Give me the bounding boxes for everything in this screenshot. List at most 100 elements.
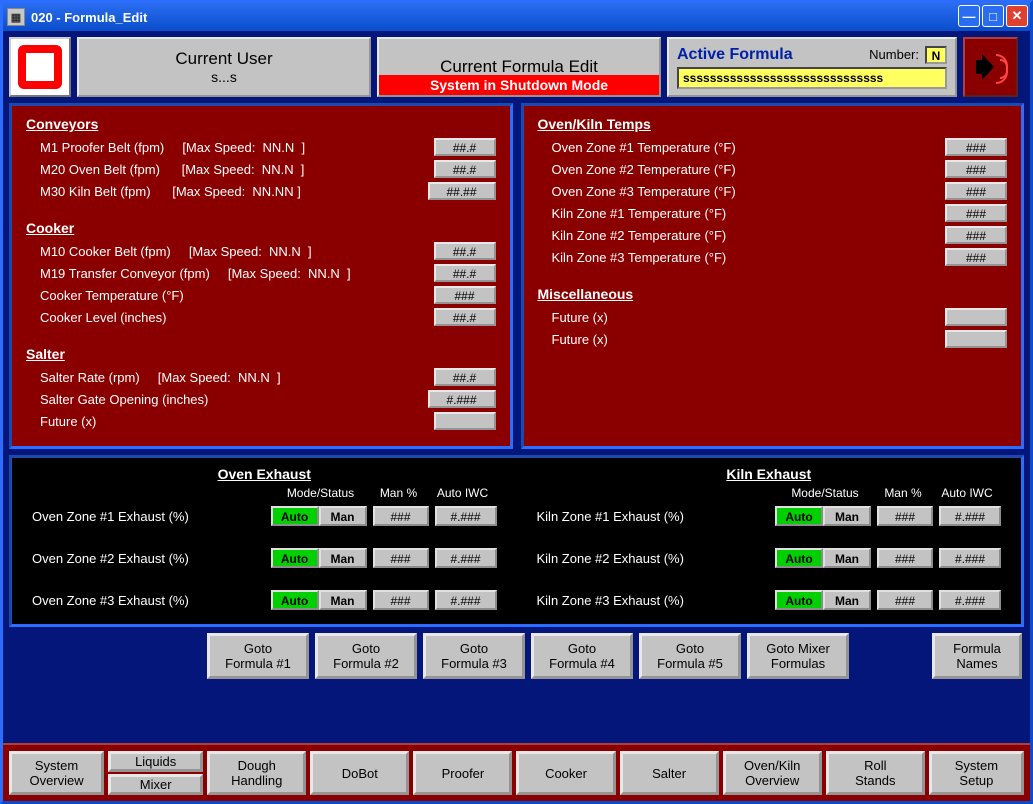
param-label: M10 Cooker Belt (fpm) [Max Speed: NN.N ] [26, 244, 312, 259]
man-value[interactable]: ### [373, 590, 429, 610]
misc-title: Miscellaneous [538, 286, 1008, 302]
param-label: Oven Zone #1 Temperature (°F) [538, 140, 736, 155]
man-value[interactable]: ### [877, 506, 933, 526]
auto-button[interactable]: Auto [775, 590, 823, 610]
current-user-title: Current User [175, 49, 272, 69]
kiln-exhaust-title: Kiln Exhaust [537, 466, 1002, 482]
man-value[interactable]: ### [373, 548, 429, 568]
auto-value[interactable]: #.### [435, 506, 497, 526]
active-formula-num-label: Number: [869, 47, 919, 62]
auto-button[interactable]: Auto [271, 506, 319, 526]
exh-hdr-auto: Auto IWC [429, 486, 497, 500]
maximize-button[interactable]: □ [982, 5, 1004, 27]
stop-button[interactable] [9, 37, 71, 97]
exh-label: Oven Zone #2 Exhaust (%) [32, 551, 189, 566]
param-label: M19 Transfer Conveyor (fpm) [Max Speed: … [26, 266, 351, 281]
exh-hdr-auto: Auto IWC [933, 486, 1001, 500]
man-value[interactable]: ### [877, 590, 933, 610]
exh-hdr-mode: Mode/Status [777, 486, 873, 500]
param-label: Cooker Temperature (°F) [26, 288, 184, 303]
man-button[interactable]: Man [319, 506, 367, 526]
param-label: Salter Gate Opening (inches) [26, 392, 208, 407]
param-value[interactable] [434, 412, 496, 430]
param-value[interactable]: ##.# [434, 308, 496, 326]
param-value[interactable]: ##.# [434, 160, 496, 178]
auto-button[interactable]: Auto [775, 506, 823, 526]
nav-liquids[interactable]: Liquids [108, 751, 203, 772]
goto-formula-4[interactable]: Goto Formula #4 [531, 633, 633, 679]
auto-button[interactable]: Auto [271, 548, 319, 568]
param-value[interactable]: ### [945, 204, 1007, 222]
man-button[interactable]: Man [823, 548, 871, 568]
cooker-title: Cooker [26, 220, 496, 236]
active-formula-num[interactable]: N [925, 46, 947, 64]
param-value[interactable]: ### [434, 286, 496, 304]
goto-formula-5[interactable]: Goto Formula #5 [639, 633, 741, 679]
exh-label: Kiln Zone #2 Exhaust (%) [537, 551, 684, 566]
man-button[interactable]: Man [823, 590, 871, 610]
nav-proofer[interactable]: Proofer [413, 751, 512, 795]
param-label: Salter Rate (rpm) [Max Speed: NN.N ] [26, 370, 281, 385]
param-label: Oven Zone #3 Temperature (°F) [538, 184, 736, 199]
auto-value[interactable]: #.### [939, 590, 1001, 610]
auto-button[interactable]: Auto [775, 548, 823, 568]
alarm-speaker-button[interactable] [963, 37, 1018, 97]
param-value[interactable]: ### [945, 160, 1007, 178]
param-label: Future (x) [538, 310, 608, 325]
goto-formula-3[interactable]: Goto Formula #3 [423, 633, 525, 679]
goto-formula-1[interactable]: Goto Formula #1 [207, 633, 309, 679]
nav-system-overview[interactable]: System Overview [9, 751, 104, 795]
param-label: Kiln Zone #1 Temperature (°F) [538, 206, 727, 221]
goto-mixer-formulas[interactable]: Goto Mixer Formulas [747, 633, 849, 679]
formula-names-button[interactable]: Formula Names [932, 633, 1022, 679]
nav-cooker[interactable]: Cooker [516, 751, 615, 795]
nav-salter[interactable]: Salter [620, 751, 719, 795]
nav-dobot[interactable]: DoBot [310, 751, 409, 795]
param-label: M1 Proofer Belt (fpm) [Max Speed: NN.N ] [26, 140, 305, 155]
man-value[interactable]: ### [877, 548, 933, 568]
titlebar[interactable]: ▦ 020 - Formula_Edit — □ ✕ [3, 3, 1030, 31]
param-value[interactable]: ##.# [434, 138, 496, 156]
active-formula-text[interactable]: ssssssssssssssssssssssssssssss [677, 67, 947, 89]
param-value[interactable]: ### [945, 226, 1007, 244]
system-status: System in Shutdown Mode [379, 75, 659, 95]
nav-mixer[interactable]: Mixer [108, 774, 203, 795]
auto-button[interactable]: Auto [271, 590, 319, 610]
exh-label: Kiln Zone #1 Exhaust (%) [537, 509, 684, 524]
param-value[interactable]: ### [945, 182, 1007, 200]
current-user-panel: Current User s...s [77, 37, 371, 97]
formula-edit-panel: Current Formula Edit System in Shutdown … [377, 37, 661, 97]
man-button[interactable]: Man [319, 590, 367, 610]
close-button[interactable]: ✕ [1006, 5, 1028, 27]
param-value[interactable] [945, 308, 1007, 326]
param-value[interactable] [945, 330, 1007, 348]
man-button[interactable]: Man [319, 548, 367, 568]
right-panel: Oven/Kiln Temps Oven Zone #1 Temperature… [521, 103, 1025, 449]
exh-label: Oven Zone #3 Exhaust (%) [32, 593, 189, 608]
param-value[interactable]: ### [945, 138, 1007, 156]
nav-system-setup[interactable]: System Setup [929, 751, 1024, 795]
window-title: 020 - Formula_Edit [31, 10, 147, 25]
goto-formula-2[interactable]: Goto Formula #2 [315, 633, 417, 679]
param-value[interactable]: ##.# [434, 242, 496, 260]
param-value[interactable]: ### [945, 248, 1007, 266]
man-button[interactable]: Man [823, 506, 871, 526]
oven-kiln-title: Oven/Kiln Temps [538, 116, 1008, 132]
nav-oven-kiln[interactable]: Oven/Kiln Overview [723, 751, 822, 795]
auto-value[interactable]: #.### [435, 548, 497, 568]
man-value[interactable]: ### [373, 506, 429, 526]
param-value[interactable]: ##.# [434, 368, 496, 386]
minimize-button[interactable]: — [958, 5, 980, 27]
auto-value[interactable]: #.### [939, 548, 1001, 568]
auto-value[interactable]: #.### [939, 506, 1001, 526]
nav-roll-stands[interactable]: Roll Stands [826, 751, 925, 795]
param-value[interactable]: ##.## [428, 182, 496, 200]
nav-dough-handling[interactable]: Dough Handling [207, 751, 306, 795]
param-value[interactable]: ##.# [434, 264, 496, 282]
param-value[interactable]: #.### [428, 390, 496, 408]
salter-title: Salter [26, 346, 496, 362]
left-panel: Conveyors M1 Proofer Belt (fpm) [Max Spe… [9, 103, 513, 449]
auto-value[interactable]: #.### [435, 590, 497, 610]
nav-row: System Overview Liquids Mixer Dough Hand… [3, 743, 1030, 801]
param-label: Kiln Zone #3 Temperature (°F) [538, 250, 727, 265]
